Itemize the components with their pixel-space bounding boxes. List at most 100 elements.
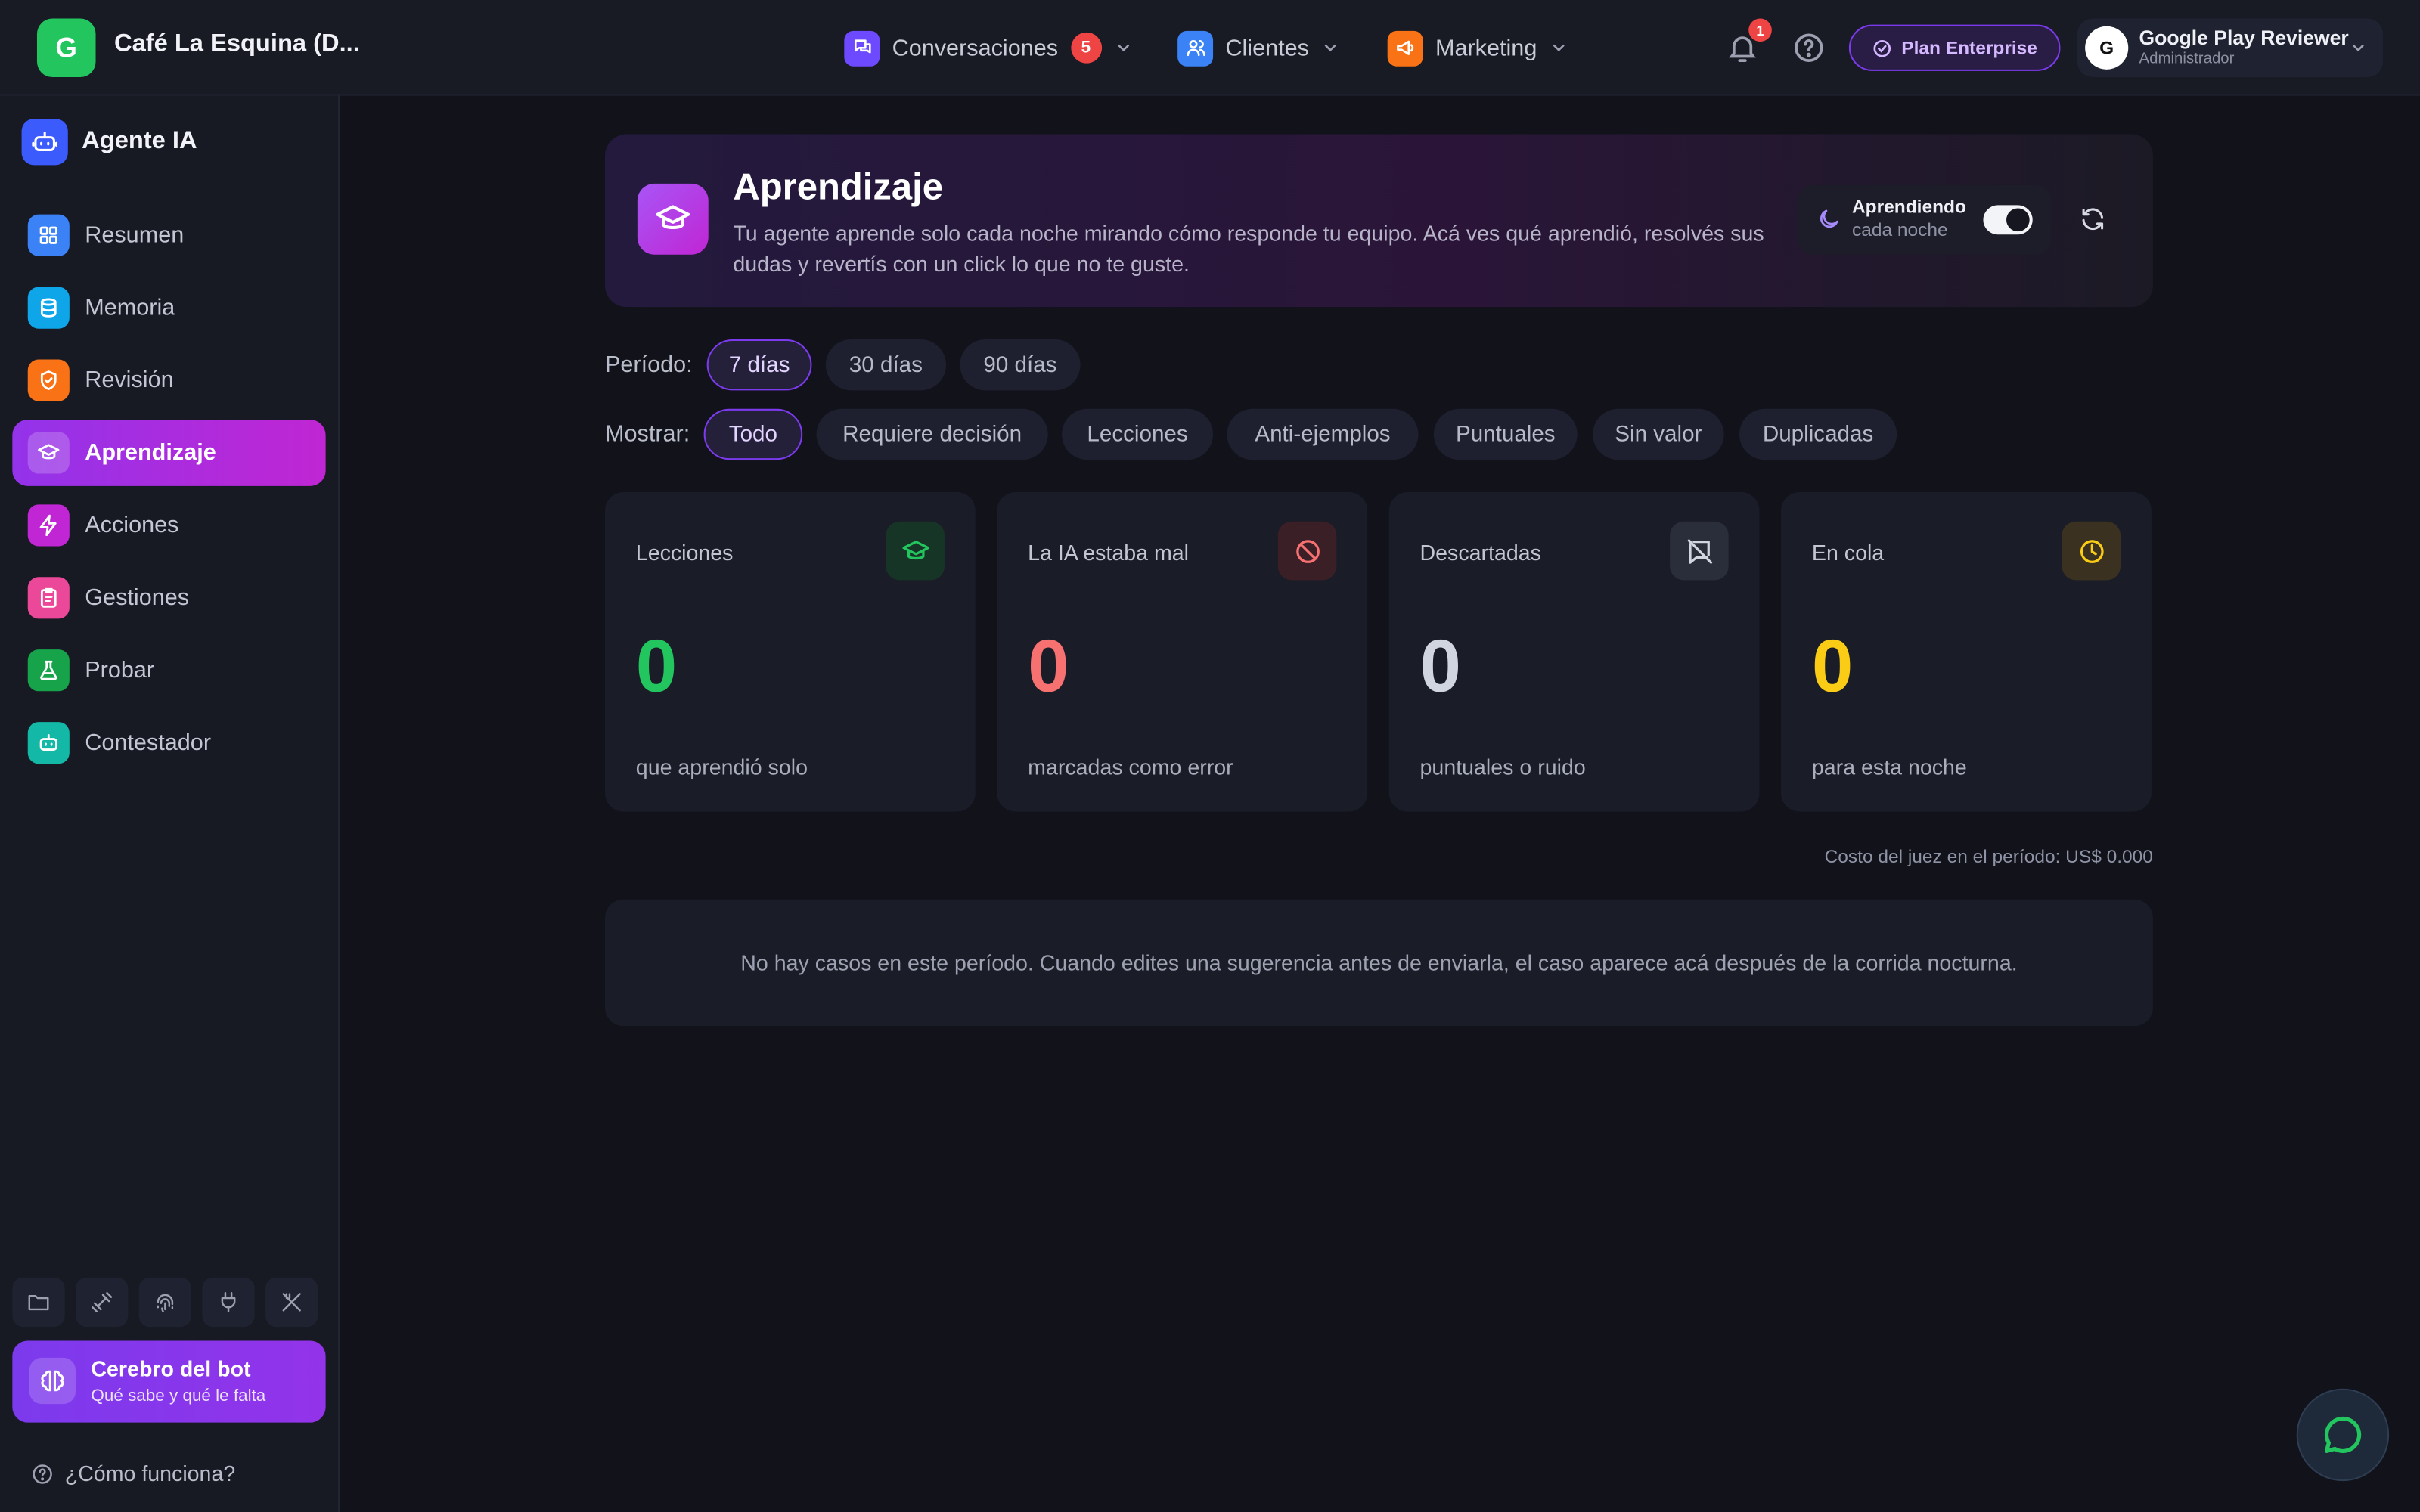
sidebar-item-label: Memoria <box>85 294 175 321</box>
users-icon <box>1177 29 1214 66</box>
sidebar-item-acciones[interactable]: Acciones <box>12 492 325 559</box>
chevron-down-icon <box>1117 44 1129 52</box>
chat-fab-button[interactable] <box>2296 1388 2390 1482</box>
filter-sin-valor-button[interactable]: Sin valor <box>1593 408 1724 460</box>
stat-label: Lecciones <box>635 540 734 565</box>
avatar: G <box>2085 26 2129 70</box>
tool-dumbbell-button[interactable] <box>75 1277 129 1328</box>
nav-conversaciones[interactable]: Conversaciones 5 <box>844 29 1132 67</box>
stat-subtitle: marcadas como error <box>1028 754 1233 779</box>
stat-value: 0 <box>635 626 678 708</box>
user-name: Google Play Reviewer <box>2139 26 2349 50</box>
clock-icon <box>2062 521 2121 581</box>
sidebar-item-probar[interactable]: Probar <box>12 637 325 704</box>
learning-toggle[interactable] <box>1983 205 2033 235</box>
graduation-cap-icon <box>27 432 70 474</box>
brand-name[interactable]: Café La Esquina (D... <box>114 31 360 59</box>
plan-enterprise-button[interactable]: Plan Enterprise <box>1848 24 2061 71</box>
filter-todo-button[interactable]: Todo <box>703 408 803 460</box>
period-7-button[interactable]: 7 días <box>706 339 812 391</box>
plan-label: Plan Enterprise <box>1901 36 2037 59</box>
cerebro-title: Cerebro del bot <box>91 1356 251 1381</box>
cerebro-del-bot-button[interactable]: Cerebro del bot Qué sabe y qué le falta <box>12 1340 326 1423</box>
chevron-down-icon <box>2352 44 2364 52</box>
conversations-badge: 5 <box>1070 32 1102 64</box>
sidebar-item-gestiones[interactable]: Gestiones <box>12 565 325 631</box>
sidebar-item-label: Resumen <box>85 222 185 249</box>
sidebar-item-label: Contestador <box>85 730 212 756</box>
sidebar-item-label: Acciones <box>85 512 179 539</box>
chevron-down-icon <box>1553 44 1565 52</box>
shield-icon <box>27 359 70 401</box>
sidebar-title: Agente IA <box>82 128 197 155</box>
filter-duplicadas-button[interactable]: Duplicadas <box>1739 408 1897 460</box>
learning-title: Aprendiendo <box>1851 196 1966 218</box>
help-circle-icon <box>33 1464 52 1483</box>
learning-subtitle: cada noche <box>1851 218 1948 241</box>
clipboard-icon <box>27 577 70 619</box>
period-label: Período: <box>604 352 693 378</box>
how-it-works-link[interactable]: ¿Cómo funciona? <box>31 1461 235 1486</box>
ban-icon <box>1277 521 1337 581</box>
brain-icon <box>29 1357 76 1405</box>
sidebar-header: Agente IA <box>21 119 197 166</box>
robot-icon <box>27 722 70 764</box>
sidebar-item-label: Probar <box>85 657 155 684</box>
nav-clientes[interactable]: Clientes <box>1177 29 1340 67</box>
stat-subtitle: para esta noche <box>1811 754 1967 779</box>
filter-puntuales-button[interactable]: Puntuales <box>1433 408 1578 460</box>
plug-icon <box>221 1291 236 1312</box>
sidebar-item-resumen[interactable]: Resumen <box>12 202 325 268</box>
stat-subtitle: puntuales o ruido <box>1419 754 1586 779</box>
tool-plug-button[interactable] <box>202 1277 255 1328</box>
chat-bubble-icon <box>2324 1416 2362 1453</box>
moon-icon <box>1820 209 1838 228</box>
tool-folder-button[interactable] <box>12 1277 65 1328</box>
sidebar-item-label: Aprendizaje <box>85 439 216 466</box>
page-description: Tu agente aprende solo cada noche mirand… <box>733 220 1764 277</box>
refresh-icon[interactable] <box>2079 205 2107 233</box>
sidebar-item-contestador[interactable]: Contestador <box>12 710 325 776</box>
grid-icon <box>27 214 70 256</box>
stat-value: 0 <box>1811 626 1854 708</box>
folder-icon <box>28 1295 49 1311</box>
notifications-badge: 1 <box>1748 18 1772 42</box>
utensils-cross-icon <box>282 1293 301 1312</box>
user-menu[interactable]: G Google Play Reviewer Administrador <box>2077 18 2383 78</box>
filter-anti-ejemplos-button[interactable]: Anti-ejemplos <box>1227 408 1419 460</box>
tool-fingerprint-button[interactable] <box>138 1277 192 1328</box>
judge-cost-text: Costo del juez en el período: US$ 0.000 <box>1824 845 2153 867</box>
filter-lecciones-button[interactable]: Lecciones <box>1062 408 1214 460</box>
stat-value: 0 <box>1419 626 1462 708</box>
check-circle-icon <box>1873 39 1891 57</box>
cerebro-subtitle: Qué sabe y qué le falta <box>91 1387 266 1406</box>
flask-icon <box>27 649 70 692</box>
period-90-button[interactable]: 90 días <box>960 339 1081 391</box>
tool-utensils-button[interactable] <box>265 1277 318 1328</box>
nav-label: Marketing <box>1435 34 1537 61</box>
stat-card-lecciones: Lecciones 0 que aprendió solo <box>604 492 976 812</box>
sidebar-item-revision[interactable]: Revisión <box>12 347 325 414</box>
dumbbell-icon <box>92 1291 113 1312</box>
nav-label: Clientes <box>1225 34 1310 61</box>
help-circle-icon[interactable] <box>1792 31 1826 65</box>
period-30-button[interactable]: 30 días <box>825 339 947 391</box>
empty-state: No hay casos en este período. Cuando edi… <box>604 899 2153 1027</box>
stat-card-ia-mal: La IA estaba mal 0 marcadas como error <box>997 492 1368 812</box>
sidebar-item-memoria[interactable]: Memoria <box>12 274 325 341</box>
empty-state-text: No hay casos en este período. Cuando edi… <box>740 950 2018 975</box>
graduation-cap-icon <box>637 183 709 255</box>
page-header-card: Aprendizaje Tu agente aprende solo cada … <box>604 134 2153 308</box>
sidebar: Agente IA Resumen Memoria Revisión Apren <box>0 95 340 1512</box>
sidebar-item-aprendizaje[interactable]: Aprendizaje <box>12 420 326 486</box>
stat-label: En cola <box>1811 540 1885 565</box>
brand-logo[interactable]: G <box>36 18 96 78</box>
page-title: Aprendizaje <box>733 166 943 209</box>
help-link-label: ¿Cómo funciona? <box>64 1461 236 1486</box>
toggle-knob <box>2006 208 2030 232</box>
database-icon <box>27 287 70 329</box>
filter-requiere-decision-button[interactable]: Requiere decisión <box>816 408 1048 460</box>
nav-label: Conversaciones <box>892 34 1059 61</box>
nav-marketing[interactable]: Marketing <box>1387 29 1568 67</box>
sidebar-item-label: Gestiones <box>85 584 190 612</box>
